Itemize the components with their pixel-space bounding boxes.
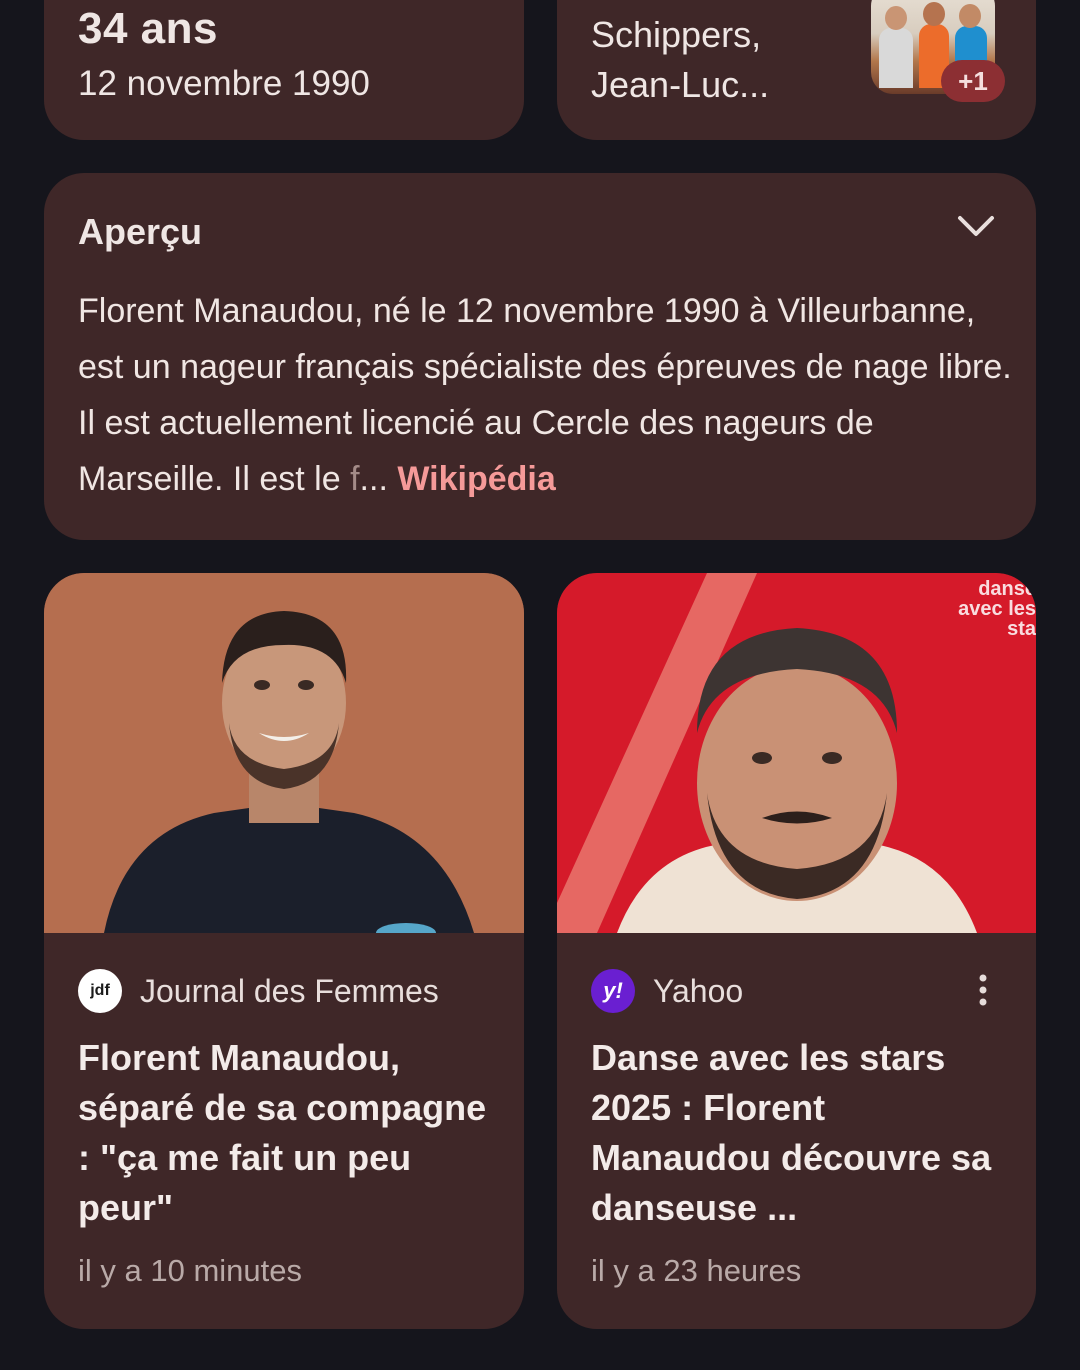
news-timestamp: il y a 23 heures xyxy=(591,1253,802,1288)
birthdate-value: 12 novembre 1990 xyxy=(78,64,370,103)
news-source-name: Yahoo xyxy=(653,972,744,1009)
journal-des-femmes-logo-icon: jdf xyxy=(78,969,122,1013)
overview-description: Florent Manaudou, né le 12 novembre 1990… xyxy=(78,283,1018,507)
news-source: y! Yahoo xyxy=(591,969,743,1013)
relations-card[interactable]: Schippers, Jean-Luc... +1 xyxy=(557,0,1036,140)
relations-line-1: Schippers, xyxy=(591,14,762,55)
age-card[interactable]: 34 ans 12 novembre 1990 xyxy=(44,0,524,140)
yahoo-logo-icon: y! xyxy=(591,969,635,1013)
news-headline[interactable]: Danse avec les stars 2025 : Florent Mana… xyxy=(591,1033,1011,1233)
overview-faded-text: f xyxy=(350,460,360,498)
age-value: 34 ans xyxy=(78,4,218,53)
overview-title: Aperçu xyxy=(78,211,203,252)
news-source-name: Journal des Femmes xyxy=(140,972,439,1009)
news-image: danse avec les sta xyxy=(557,573,1036,933)
overview-card[interactable]: Aperçu Florent Manaudou, né le 12 novemb… xyxy=(44,173,1036,540)
news-card[interactable]: jdf Journal des Femmes Florent Manaudou,… xyxy=(44,573,524,1329)
show-watermark: danse avec les sta xyxy=(958,579,1036,635)
news-timestamp: il y a 10 minutes xyxy=(78,1253,302,1288)
chevron-down-icon[interactable] xyxy=(956,211,996,241)
news-card[interactable]: danse avec les sta y! Yahoo Danse avec l… xyxy=(557,573,1036,1329)
wikipedia-link[interactable]: Wikipédia xyxy=(397,460,555,498)
news-image xyxy=(44,573,524,933)
relations-line-2: Jean-Luc... xyxy=(591,64,770,105)
news-source: jdf Journal des Femmes xyxy=(78,969,439,1013)
more-count-badge: +1 xyxy=(941,60,1005,102)
more-options-icon[interactable] xyxy=(976,973,990,1007)
overview-ellipsis: ... xyxy=(359,460,398,498)
news-headline[interactable]: Florent Manaudou, séparé de sa compagne … xyxy=(78,1033,498,1233)
